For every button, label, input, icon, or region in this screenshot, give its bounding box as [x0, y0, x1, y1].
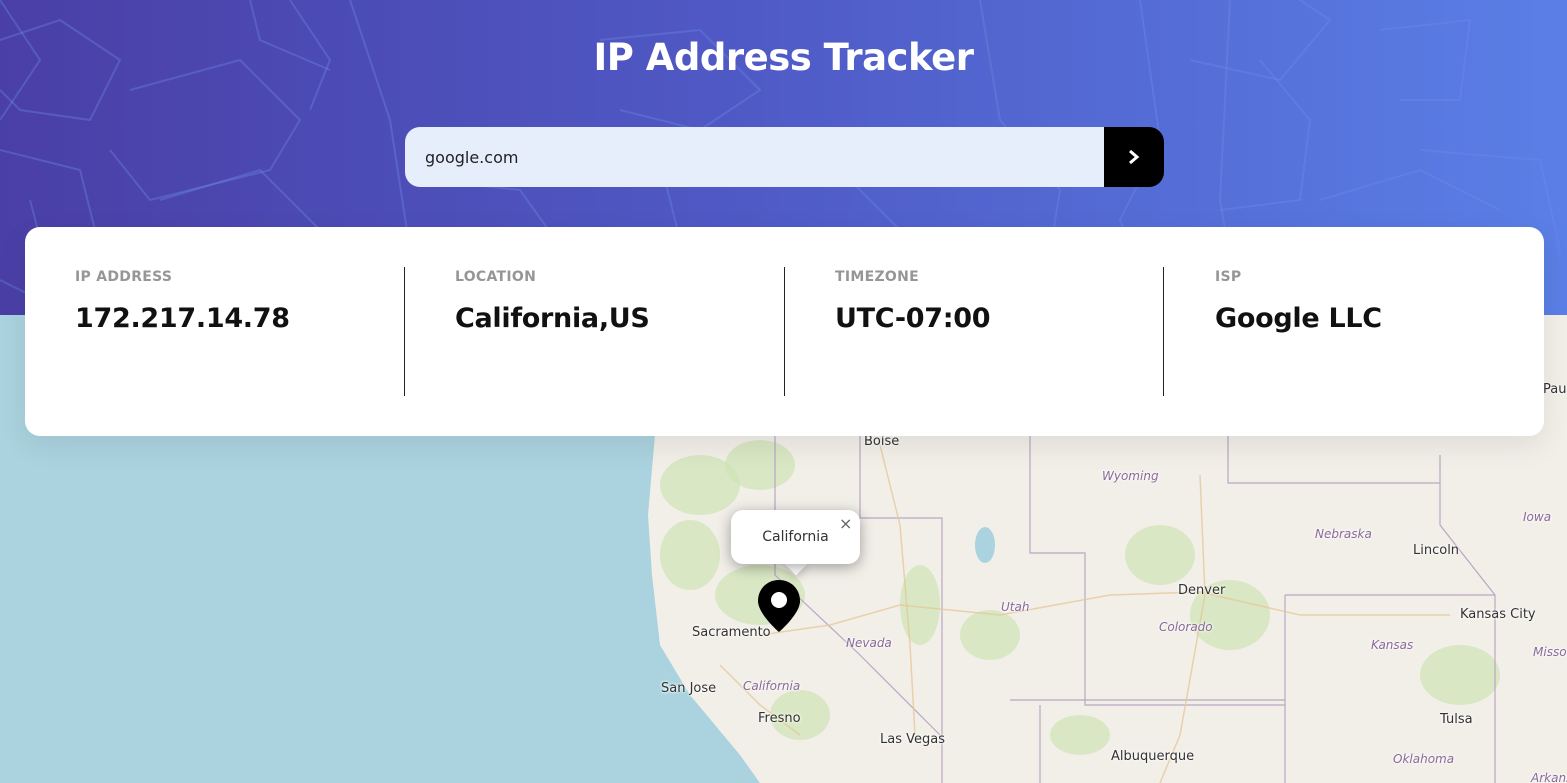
city-label: Albuquerque	[1111, 749, 1195, 764]
info-ip-address: IP ADDRESS 172.217.14.78	[75, 267, 395, 396]
location-pin-icon	[758, 580, 800, 632]
city-label: Kansas City	[1460, 607, 1536, 622]
divider	[404, 267, 405, 396]
divider	[784, 267, 785, 396]
info-location: LOCATION California,US	[455, 267, 775, 396]
state-label: Oklahoma	[1393, 752, 1455, 766]
city-label: Tulsa	[1440, 712, 1473, 727]
info-value: California,US	[455, 303, 650, 334]
state-label: Nebraska	[1315, 527, 1372, 541]
state-label: Wyoming	[1102, 469, 1159, 483]
search-submit-button[interactable]	[1104, 127, 1164, 187]
chevron-right-icon	[1129, 149, 1140, 165]
state-label: Kansas	[1371, 638, 1414, 652]
state-label: Misso	[1533, 645, 1567, 659]
info-label: LOCATION	[455, 269, 537, 285]
city-label: Fresno	[758, 711, 801, 726]
info-label: IP ADDRESS	[75, 269, 173, 285]
info-isp: ISP Google LLC	[1215, 267, 1515, 396]
info-value: UTC-07:00	[835, 303, 991, 334]
state-label: California	[743, 679, 801, 693]
search-form	[405, 127, 1164, 187]
divider	[1163, 267, 1164, 396]
city-label: San Jose	[661, 681, 717, 696]
info-card: IP ADDRESS 172.217.14.78 LOCATION Califo…	[25, 227, 1544, 436]
page-title: IP Address Tracker	[593, 36, 974, 79]
state-label: Colorado	[1159, 620, 1213, 634]
state-label: Arkans	[1531, 771, 1567, 783]
city-label: Boise	[864, 434, 900, 449]
city-label: Pau	[1543, 382, 1567, 397]
popup-close-button[interactable]: ×	[839, 516, 852, 532]
city-label: Las Vegas	[880, 732, 945, 747]
info-label: TIMEZONE	[835, 269, 919, 285]
state-label: Utah	[1001, 600, 1030, 614]
state-label: Iowa	[1523, 510, 1552, 524]
state-label: Nevada	[846, 636, 892, 650]
info-value: 172.217.14.78	[75, 303, 290, 334]
info-value: Google LLC	[1215, 303, 1382, 334]
popup-text: California	[762, 529, 829, 545]
location-marker[interactable]	[756, 578, 802, 638]
city-label: Denver	[1178, 583, 1226, 598]
info-timezone: TIMEZONE UTC-07:00	[835, 267, 1155, 396]
search-input[interactable]	[405, 127, 1104, 187]
info-label: ISP	[1215, 269, 1242, 285]
city-label: Lincoln	[1413, 543, 1460, 558]
